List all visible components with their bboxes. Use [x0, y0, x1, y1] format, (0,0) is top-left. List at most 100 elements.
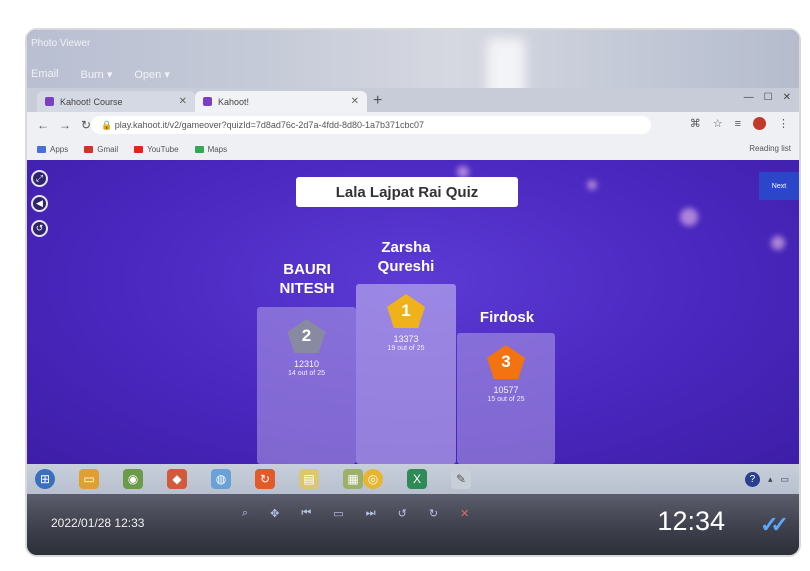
kahoot-favicon-icon — [45, 97, 54, 106]
first-icon: ⏮ — [301, 506, 312, 519]
player-score: 10577 — [493, 385, 519, 395]
reading-list[interactable]: Reading list — [749, 144, 791, 153]
close-icon[interactable]: ✕ — [351, 96, 359, 107]
network-icon[interactable]: ◍ — [211, 469, 231, 489]
podium-second: 2 12310 14 out of 25 — [257, 307, 356, 464]
quiz-title: Lala Lajpat Rai Quiz — [296, 177, 518, 207]
clock-icon: ▭ — [780, 474, 789, 484]
start-button-icon[interactable]: ⊞ — [35, 469, 55, 489]
back-icon[interactable]: ◀ — [31, 195, 48, 212]
light-reflection — [587, 180, 597, 190]
photo-frame: Photo Viewer Email Burn ▾ Open ▾ Kahoot!… — [27, 30, 799, 555]
maximize-icon[interactable]: ☐ — [764, 92, 773, 103]
name-line: Qureshi — [377, 258, 435, 275]
zoom-icon: ⌕ — [242, 506, 249, 519]
bookmark-label: Apps — [50, 144, 69, 154]
profile-avatar[interactable] — [753, 117, 766, 130]
next-button[interactable]: Next — [759, 172, 799, 200]
menu-open[interactable]: Open ▾ — [134, 68, 170, 81]
browser-actions: ⌘ ☆ ≡ ⋮ — [690, 117, 789, 130]
help-icon[interactable]: ? — [744, 472, 760, 487]
slideshow-icon: ▭ — [333, 507, 344, 520]
new-tab-icon[interactable]: + — [373, 92, 382, 110]
player-score: 12310 — [293, 359, 320, 369]
pen-icon[interactable]: ✎ — [451, 469, 471, 489]
folder-icon[interactable]: ▭ — [79, 469, 99, 489]
menu-email[interactable]: Email — [31, 68, 59, 81]
name-line: Firdosk — [479, 309, 535, 326]
medal-bronze-icon: 3 — [487, 345, 525, 379]
notes-icon[interactable]: ▤ — [299, 469, 319, 489]
podium-third: 3 10577 15 out of 25 — [457, 333, 555, 464]
kahoot-podium-screen: ⤢ ◀ ↺ Lala Lajpat Rai Quiz Next BAURI NI… — [27, 160, 799, 464]
tab-kahoot-course[interactable]: Kahoot! Course ✕ — [37, 91, 195, 112]
close-icon[interactable]: ✕ — [179, 96, 187, 107]
media-icon[interactable]: ◉ — [123, 469, 143, 489]
player-name-first: Zarsha Qureshi — [359, 238, 453, 276]
bookmark-label: YouTube — [147, 144, 179, 154]
tab-kahoot[interactable]: Kahoot! ✕ — [195, 91, 367, 112]
window-controls: — ☐ ✕ — [744, 92, 791, 103]
minimize-icon[interactable]: — — [744, 92, 754, 103]
gmail-icon — [84, 145, 94, 153]
reload-icon[interactable]: ↻ — [81, 118, 91, 132]
menu-burn[interactable]: Burn ▾ — [81, 68, 113, 81]
youtube-icon — [134, 145, 144, 153]
chrome-icon[interactable]: ◎ — [363, 469, 383, 489]
bookmark-maps[interactable]: Maps — [194, 144, 228, 154]
correct-count: 19 out of 25 — [387, 345, 425, 352]
more-icon[interactable]: ⋮ — [778, 117, 789, 130]
browser-tabbar: Kahoot! Course ✕ Kahoot! ✕ + — ☐ ✕ — [27, 88, 799, 112]
delete-icon: ✕ — [460, 507, 470, 520]
bookmark-gmail[interactable]: Gmail — [84, 145, 118, 154]
excel-icon[interactable]: X — [407, 469, 427, 489]
star-icon[interactable]: ☆ — [713, 117, 723, 130]
windows-taskbar: ⊞ ▭ ◉ ◆ ◍ ↻ ▤ ▦ ◎ X ✎ ? ▴ ▭ — [27, 464, 799, 494]
app-icon[interactable]: ◆ — [167, 469, 187, 489]
correct-count: 15 out of 25 — [487, 396, 525, 403]
name-line: NITESH — [279, 280, 335, 297]
kahoot-favicon-icon — [203, 97, 212, 106]
rotate-right-icon: ↻ — [428, 507, 439, 520]
tab-label: Kahoot! — [218, 96, 250, 107]
photo-bottom-area: ⌕ ✥ ⏮ ▭ ⏭ ↺ ↻ ✕ 2022/01/28 12:33 12:34 ✓… — [27, 494, 799, 555]
medal-gold-icon: 1 — [387, 294, 425, 328]
podium-first: 1 13373 19 out of 25 — [356, 284, 456, 464]
player-name-second: BAURI NITESH — [260, 260, 354, 298]
files-icon[interactable]: ▦ — [343, 469, 363, 489]
name-line: Zarsha — [381, 239, 431, 256]
player-score: 13373 — [393, 334, 419, 344]
url-input[interactable]: 🔒 play.kahoot.it/v2/gameover?quizId=7d8a… — [91, 116, 651, 134]
whiteboard-icon[interactable]: ↻ — [255, 469, 275, 489]
bookmarks-bar: Apps Gmail YouTube Maps Reading list — [27, 138, 799, 160]
name-line: BAURI — [283, 261, 331, 278]
tray-arrow-icon[interactable]: ▴ — [768, 474, 773, 485]
bookmark-label: Gmail — [97, 144, 119, 154]
app-title: Photo Viewer — [31, 38, 91, 49]
translate-icon[interactable]: ⌘ — [690, 117, 701, 130]
bookmark-youtube[interactable]: YouTube — [134, 144, 179, 154]
correct-count: 14 out of 25 — [288, 370, 325, 377]
bookmark-label: Maps — [207, 144, 228, 154]
fullscreen-icon[interactable]: ⤢ — [31, 170, 48, 187]
maps-icon — [194, 145, 204, 153]
app-menu: Email Burn ▾ Open ▾ — [31, 68, 170, 81]
lock-icon: 🔒 — [101, 119, 115, 130]
extension-icon[interactable]: ≡ — [735, 118, 741, 130]
close-window-icon[interactable]: ✕ — [783, 92, 791, 103]
bookmark-apps[interactable]: Apps — [37, 145, 68, 154]
forward-arrow-icon[interactable]: → — [59, 118, 71, 132]
light-reflection — [680, 208, 698, 226]
message-time: 12:34 — [657, 506, 725, 536]
menu-open-label: Open — [134, 69, 162, 81]
apps-icon — [37, 145, 46, 153]
read-receipt-icon: ✓✓ — [760, 512, 789, 537]
photo-date: 2022/01/28 12:33 — [51, 516, 145, 530]
medal-silver-icon: 2 — [287, 319, 326, 353]
rotate-left-icon: ↺ — [397, 507, 407, 520]
system-tray: ? ▴ ▭ — [744, 472, 789, 487]
pan-icon: ✥ — [270, 507, 280, 520]
refresh-icon[interactable]: ↺ — [31, 220, 48, 237]
tab-label: Kahoot! Course — [60, 96, 123, 107]
back-arrow-icon[interactable]: ← — [37, 118, 49, 132]
